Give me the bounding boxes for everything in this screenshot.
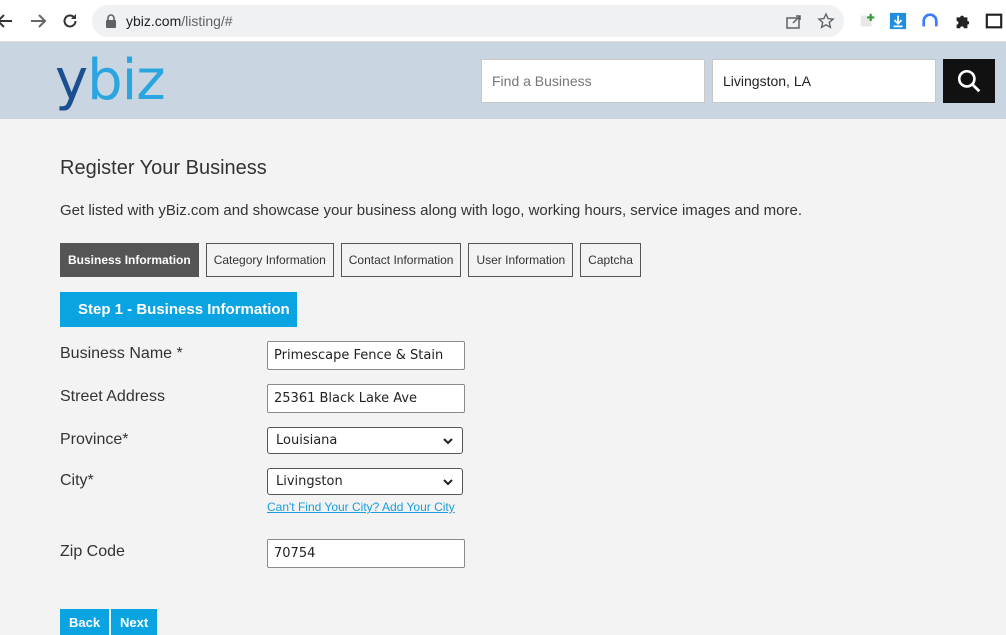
find-business-input[interactable] xyxy=(481,59,705,103)
vpn-extension-icon[interactable] xyxy=(920,11,940,31)
browser-toolbar: ybiz.com/listing/# xyxy=(0,0,1006,42)
tab-contact-information[interactable]: Contact Information xyxy=(340,243,462,277)
forward-arrow-icon[interactable] xyxy=(25,8,51,34)
tab-captcha[interactable]: Captcha xyxy=(580,243,641,277)
location-input[interactable] xyxy=(712,59,936,103)
step-banner: Step 1 - Business Information xyxy=(60,292,297,327)
city-selected-value: Livingston xyxy=(276,474,343,489)
street-address-input[interactable] xyxy=(267,384,465,413)
lock-icon xyxy=(106,14,116,28)
share-icon[interactable] xyxy=(785,12,803,30)
tab-category-information[interactable]: Category Information xyxy=(205,243,334,277)
city-select[interactable]: Livingston xyxy=(267,468,463,495)
bookmark-star-icon[interactable] xyxy=(817,12,835,30)
reload-icon[interactable] xyxy=(57,8,83,34)
province-select[interactable]: Louisiana xyxy=(267,427,463,454)
street-address-label: Street Address xyxy=(60,388,165,405)
tab-business-information[interactable]: Business Information xyxy=(60,243,199,277)
business-name-input[interactable] xyxy=(267,341,465,370)
next-button[interactable]: Next xyxy=(111,609,158,635)
province-selected-value: Louisiana xyxy=(276,433,338,448)
search-icon xyxy=(957,69,981,93)
back-arrow-icon[interactable] xyxy=(0,8,18,34)
province-label: Province* xyxy=(60,431,129,448)
address-bar[interactable]: ybiz.com/listing/# xyxy=(92,5,844,37)
site-header: ybiz xyxy=(0,42,1006,119)
business-name-label: Business Name * xyxy=(60,345,183,362)
registration-content: Register Your Business Get listed with y… xyxy=(0,119,1006,635)
download-extension-icon[interactable] xyxy=(888,11,908,31)
registration-tabs: Business Information Category Informatio… xyxy=(60,243,641,277)
search-button[interactable] xyxy=(943,59,995,103)
city-label: City* xyxy=(60,472,94,489)
side-panel-icon[interactable] xyxy=(984,11,1004,31)
tab-user-information[interactable]: User Information xyxy=(468,243,574,277)
page-title: Register Your Business xyxy=(60,157,267,179)
back-button[interactable]: Back xyxy=(60,609,110,635)
page-subtitle: Get listed with yBiz.com and showcase yo… xyxy=(60,202,803,219)
extension-plus-icon[interactable] xyxy=(858,11,878,31)
chevron-down-icon xyxy=(443,478,453,485)
add-city-link[interactable]: Can't Find Your City? Add Your City xyxy=(267,500,455,514)
zip-code-input[interactable] xyxy=(267,539,465,568)
url-text: ybiz.com/listing/# xyxy=(126,13,233,29)
zip-code-label: Zip Code xyxy=(60,543,125,560)
puzzle-extensions-icon[interactable] xyxy=(952,11,972,31)
ybiz-logo[interactable]: ybiz xyxy=(55,52,166,110)
chevron-down-icon xyxy=(443,437,453,444)
